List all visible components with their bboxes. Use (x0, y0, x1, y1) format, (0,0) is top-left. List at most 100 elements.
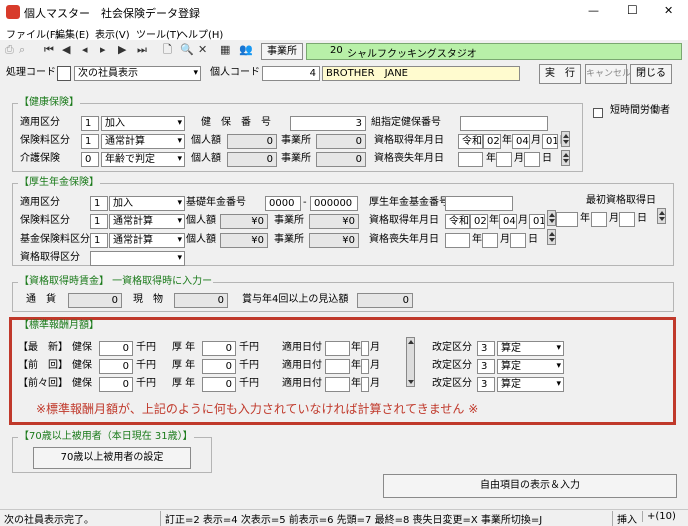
menu-help[interactable]: ヘルプ(H) (178, 26, 223, 41)
std-row-prev-rev-num[interactable]: 3 (477, 359, 495, 374)
maximize-button[interactable]: ☐ (627, 3, 638, 17)
fund-premium-label: 基金保険料区分 (20, 234, 90, 245)
menu-file[interactable]: ファイル(F) (6, 26, 60, 41)
first-acq-spinner[interactable] (657, 208, 666, 224)
next-icon[interactable]: ▸ (100, 42, 106, 58)
std-row-latest-rev-select[interactable]: 算定 (497, 341, 564, 356)
cancel-button[interactable]: キャンセル (585, 64, 631, 84)
health-apply-num[interactable]: 1 (81, 116, 99, 131)
health-apply-select[interactable]: 加入 (101, 116, 185, 131)
pension-acq-day[interactable]: 01 (529, 214, 545, 229)
health-loss-day[interactable] (524, 152, 540, 167)
part-time-checkbox[interactable] (593, 108, 603, 118)
std-row-latest-month[interactable] (361, 341, 369, 356)
health-acq-spinner[interactable] (561, 131, 570, 147)
pension-apply-num[interactable]: 1 (90, 196, 108, 211)
designated-input[interactable] (460, 116, 548, 131)
health-acq-day[interactable]: 01 (542, 134, 558, 149)
std-row-prev2-kenpo-value[interactable]: 0 (99, 377, 133, 392)
next-record-icon[interactable]: ▶ (118, 42, 126, 58)
first-acq-month[interactable] (591, 212, 607, 227)
health-premium-select[interactable]: 通常計算 (101, 134, 185, 149)
pension-loss-era[interactable] (445, 233, 470, 248)
close-window-button[interactable]: ✕ (664, 4, 673, 17)
first-acq-day[interactable] (619, 212, 635, 227)
care-num[interactable]: 0 (81, 152, 99, 167)
close-button[interactable]: 閉じる (630, 64, 672, 84)
std-row-prev2-rev-num[interactable]: 3 (477, 377, 495, 392)
health-acq-year[interactable]: 02 (483, 134, 501, 149)
std-row-prev2-year[interactable] (325, 377, 350, 392)
std-row-prev2-month[interactable] (361, 377, 369, 392)
prev-record-icon[interactable]: ◀ (62, 42, 70, 58)
health-acq-era[interactable]: 令和 (458, 134, 483, 149)
std-spinner[interactable] (406, 337, 415, 387)
fund-premium-select[interactable]: 通常計算 (109, 233, 185, 248)
pension-premium-select[interactable]: 通常計算 (109, 214, 185, 229)
care-select[interactable]: 年齢で判定 (101, 152, 185, 167)
new-document-icon[interactable]: 🗋 (163, 42, 172, 58)
pension-loss-day[interactable] (510, 233, 526, 248)
pension-loss-month[interactable] (482, 233, 498, 248)
basic-pension-2[interactable]: 000000 (310, 196, 358, 211)
std-row-latest-kenpo-value[interactable]: 0 (99, 341, 133, 356)
std-row-latest-kounen-value[interactable]: 0 (202, 341, 236, 356)
proc-code-box[interactable] (57, 66, 71, 81)
basic-pension-1[interactable]: 0000 (265, 196, 301, 211)
fund-indiv-value: ¥0 (220, 233, 268, 248)
std-row-prev-year[interactable] (325, 359, 350, 374)
menu-edit[interactable]: 編集(E) (55, 26, 89, 41)
health-office-value: 0 (316, 134, 366, 149)
health-insno-input[interactable]: 3 (290, 116, 366, 131)
std-row-prev-kounen-value[interactable]: 0 (202, 359, 236, 374)
pension-loss-spinner[interactable] (547, 229, 556, 245)
std-row-latest-year[interactable] (325, 341, 350, 356)
pension-apply-select[interactable]: 加入 (109, 196, 185, 211)
std-row-prev-month[interactable] (361, 359, 369, 374)
health-loss-label: 資格喪失年月日 (374, 153, 444, 164)
run-button[interactable]: 実 行 (539, 64, 581, 84)
health-premium-num[interactable]: 1 (81, 134, 99, 149)
pension-office-value: ¥0 (309, 214, 359, 229)
fund-input[interactable] (445, 196, 513, 211)
health-loss-era[interactable] (458, 152, 483, 167)
last-record-icon[interactable]: ⏭ (137, 42, 147, 58)
first-acq-era[interactable] (556, 212, 578, 227)
prev-icon[interactable]: ◂ (82, 42, 88, 58)
health-acq-month[interactable]: 04 (512, 134, 530, 149)
menu-view[interactable]: 表示(V) (95, 26, 130, 41)
fund-premium-num[interactable]: 1 (90, 233, 108, 248)
print-icon[interactable]: ⎙ (5, 42, 14, 58)
pension-acq-month[interactable]: 04 (499, 214, 517, 229)
std-title: 【標準報酬月額】 (18, 320, 100, 332)
std-row-prev-kenpo-value[interactable]: 0 (99, 359, 133, 374)
health-loss-month[interactable] (496, 152, 512, 167)
health-loss-spinner[interactable] (561, 150, 570, 166)
proc-code-select[interactable]: 次の社員表示 (74, 66, 201, 81)
pension-acq-era[interactable]: 令和 (445, 214, 470, 229)
users-icon[interactable]: 👥 (239, 42, 253, 58)
preview-icon[interactable]: ⌕ (19, 42, 25, 58)
first-record-icon[interactable]: ⏮ (44, 42, 54, 58)
std-row-prev-rev-select[interactable]: 算定 (497, 359, 564, 374)
std-row-prev2-sen1: 千円 (136, 378, 156, 389)
std-row-latest-rev-num[interactable]: 3 (477, 341, 495, 356)
pension-acq-year[interactable]: 02 (470, 214, 488, 229)
minimize-button[interactable]: — (588, 4, 599, 17)
table-icon[interactable]: ▦ (220, 42, 230, 58)
acq-class-select[interactable] (90, 251, 185, 266)
std-row-prev2-rev-select[interactable]: 算定 (497, 377, 564, 392)
care-label: 介護保険 (20, 153, 60, 164)
free-items-button[interactable]: 自由項目の表示＆入力 (383, 474, 677, 498)
person-code-input[interactable]: 4 (262, 66, 320, 81)
pension-premium-num[interactable]: 1 (90, 214, 108, 229)
std-row-latest-kenpo: 健保 (72, 342, 92, 353)
delete-icon[interactable]: ✕ (198, 42, 207, 58)
pension-acq-y-label: 年 (489, 215, 499, 226)
menu-tools[interactable]: ツール(T) (136, 26, 180, 41)
wage-currency-value: 0 (68, 293, 122, 308)
pension-acq-spinner[interactable] (547, 210, 556, 226)
std-row-prev2-kounen-value[interactable]: 0 (202, 377, 236, 392)
search-icon[interactable]: 🔍 (180, 42, 194, 58)
senior-settings-button[interactable]: 70歳以上被用者の設定 (33, 447, 191, 469)
